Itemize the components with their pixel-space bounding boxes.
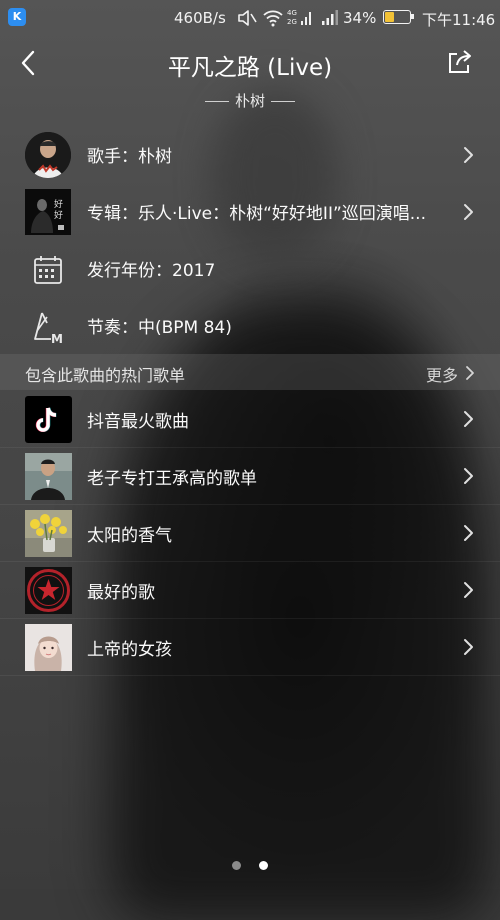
page-indicator	[0, 855, 500, 874]
network-speed: 460B/s	[174, 9, 226, 27]
status-bar: K 460B/s 4G 2G 34% 下午11:46	[0, 0, 500, 36]
artist-subtitle: 朴树	[0, 90, 500, 111]
chevron-right-icon	[464, 639, 473, 655]
chevron-right-icon	[464, 468, 473, 484]
svg-text:2G: 2G	[287, 18, 297, 26]
app-notification-icon: K	[8, 8, 26, 26]
playlist-name: 抖音最火歌曲	[87, 412, 189, 432]
playlist-name: 老子专打王承高的歌单	[87, 469, 257, 489]
tempo-label: 节奏：中(BPM 84)	[87, 318, 232, 338]
wifi-icon	[263, 10, 283, 27]
page-dot-active	[259, 861, 268, 870]
playlist-name: 最好的歌	[87, 583, 155, 603]
playlist-item[interactable]: 太阳的香气	[0, 505, 500, 562]
section-title: 包含此歌曲的热门歌单	[25, 366, 186, 385]
mute-icon	[238, 10, 257, 26]
yellow-flowers-thumbnail	[25, 510, 72, 557]
hot-playlists-header: 包含此歌曲的热门歌单 更多	[0, 354, 500, 390]
chevron-right-icon	[464, 525, 473, 541]
singer-avatar	[25, 132, 71, 178]
battery-percent: 34%	[343, 9, 377, 27]
girl-portrait-thumbnail	[25, 624, 72, 671]
battery-icon	[383, 10, 414, 24]
chevron-right-icon	[464, 582, 473, 598]
tiktok-logo-thumbnail	[25, 396, 72, 443]
chevron-right-icon	[464, 204, 473, 220]
svg-text:好: 好	[54, 198, 63, 210]
signal-4g-icon: 4G 2G	[287, 9, 311, 26]
release-year-row: 发行年份：2017	[0, 240, 500, 297]
album-label: 专辑：乐人·Live：朴树“好好地II”巡回演唱...	[87, 204, 426, 224]
page-dot	[232, 861, 241, 870]
playlist-item[interactable]: 上帝的女孩	[0, 619, 500, 676]
more-link[interactable]: 更多	[426, 362, 458, 386]
chevron-right-icon[interactable]	[464, 364, 476, 382]
signal-icon	[322, 10, 338, 25]
release-year-label: 发行年份：2017	[87, 261, 216, 281]
playlist-item[interactable]: 最好的歌	[0, 562, 500, 619]
playlist-item[interactable]: 抖音最火歌曲	[0, 391, 500, 448]
artist-subtitle-text: 朴树	[234, 92, 265, 110]
singer-row[interactable]: 歌手：朴树	[0, 126, 500, 183]
clock: 下午11:46	[422, 11, 496, 29]
chevron-right-icon	[464, 411, 473, 427]
playlist-name: 上帝的女孩	[87, 640, 172, 660]
playlist-name: 太阳的香气	[87, 526, 172, 546]
man-in-suit-thumbnail	[25, 453, 72, 500]
album-row[interactable]: 好 好 专辑：乐人·Live：朴树“好好地II”巡回演唱...	[0, 183, 500, 240]
svg-text:好: 好	[54, 209, 63, 221]
svg-text:4G: 4G	[287, 9, 297, 17]
tempo-row: M 节奏：中(BPM 84)	[0, 297, 500, 354]
song-title: 平凡之路 (Live)	[167, 55, 333, 81]
red-star-badge-thumbnail	[25, 567, 72, 614]
playlist-item[interactable]: 老子专打王承高的歌单	[0, 448, 500, 505]
album-cover: 好 好	[25, 189, 71, 235]
singer-label: 歌手：朴树	[87, 147, 172, 167]
chevron-right-icon	[464, 147, 473, 163]
calendar-icon	[34, 256, 62, 284]
svg-text:M: M	[51, 332, 63, 346]
metronome-icon: M	[34, 312, 63, 346]
share-icon[interactable]	[446, 48, 474, 76]
